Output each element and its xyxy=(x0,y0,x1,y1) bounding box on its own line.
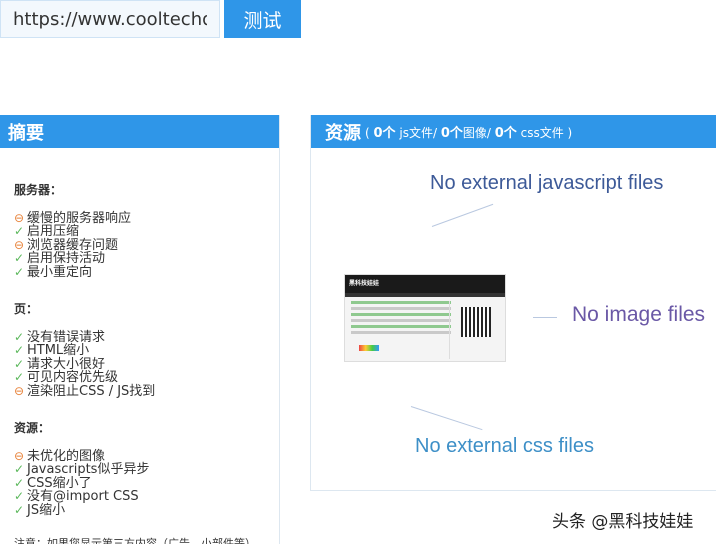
resources-title: 资源 xyxy=(325,122,361,144)
thumbnail-header: 黑科技娃娃 xyxy=(345,275,505,293)
check-icon: ✓ xyxy=(14,475,25,490)
img-label: 图像 xyxy=(462,126,487,140)
check-icon: ✓ xyxy=(14,329,25,344)
check-icon: ✓ xyxy=(14,264,25,279)
page-screenshot-thumbnail: 黑科技娃娃 xyxy=(344,274,506,362)
check-item-label: 最小重定向 xyxy=(27,264,93,280)
section-title: 资源： xyxy=(14,421,51,435)
check-item: ⊖ 渲染阻止CSS / JS找到 xyxy=(14,383,265,399)
check-item-label: 没有错误请求 xyxy=(27,329,106,345)
summary-body: 服务器： ⊖ 缓慢的服务器响应 ✓ 启用压缩 ⊖ 浏览器缓存问题 ✓ 启用保持活动 ✓ 最小重定向页… xyxy=(0,183,279,544)
check-item: ✓ 最小重定向 xyxy=(14,264,265,280)
resources-header: 资源 ( 0个 js文件/ 0个图像/ 0个 css文件 ) xyxy=(311,115,716,148)
check-item-label: 未优化的图像 xyxy=(27,448,106,464)
thumbnail-logo: 黑科技娃娃 xyxy=(349,280,380,287)
resources-counts: ( 0个 js文件/ 0个图像/ 0个 css文件 ) xyxy=(365,126,573,141)
check-item-label: JS缩小 xyxy=(27,502,66,518)
check-item: ✓ 没有错误请求 xyxy=(14,329,265,345)
summary-note: 注意：如果您显示第三方内容（广告，小部件等），这些值可能会经常更改。 xyxy=(14,537,262,544)
resources-panel: 资源 ( 0个 js文件/ 0个图像/ 0个 css文件 ) No extern… xyxy=(310,115,716,491)
summary-panel: 摘要 服务器： ⊖ 缓慢的服务器响应 ✓ 启用压缩 ⊖ 浏览器缓存问题 ✓ 启用保持活动 ✓ 最小重… xyxy=(0,115,280,544)
check-item: ✓ 可见内容优先级 xyxy=(14,370,265,385)
check-item: ✓ Javascripts似乎异步 xyxy=(14,462,265,477)
check-item: ✓ CSS缩小了 xyxy=(14,475,265,491)
watermark: 头条 @黑科技娃娃 xyxy=(552,512,694,532)
no-css-message: No external css files xyxy=(415,435,594,457)
section-title: 页： xyxy=(14,302,39,316)
check-item-label: 缓慢的服务器响应 xyxy=(27,210,132,226)
no-images-message: No image files xyxy=(572,303,706,326)
js-count: 0个 xyxy=(373,126,396,141)
check-icon: ✓ xyxy=(14,356,25,371)
check-item: ✓ JS缩小 xyxy=(14,502,265,518)
image-connector-line xyxy=(533,317,557,318)
check-item: ⊖ 浏览器缓存问题 xyxy=(14,237,265,253)
check-icon: ✓ xyxy=(14,343,25,357)
summary-header: 摘要 xyxy=(0,115,279,148)
js-label: js文件 xyxy=(399,126,433,140)
warning-icon: ⊖ xyxy=(14,237,25,252)
check-item: ✓ 启用保持活动 xyxy=(14,251,265,266)
thumbnail-content xyxy=(351,301,451,337)
warning-icon: ⊖ xyxy=(14,448,25,463)
check-item: ✓ 没有@import CSS xyxy=(14,489,265,504)
check-item-label: 没有@import CSS xyxy=(27,489,139,504)
check-item: ⊖ 缓慢的服务器响应 xyxy=(14,210,265,226)
no-js-message: No external javascript files xyxy=(430,172,664,194)
check-icon: ✓ xyxy=(14,251,25,265)
warning-icon: ⊖ xyxy=(14,383,25,398)
check-icon: ✓ xyxy=(14,502,25,517)
check-item: ✓ HTML缩小 xyxy=(14,343,265,358)
check-item-label: 浏览器缓存问题 xyxy=(27,237,119,253)
thumbnail-nav xyxy=(345,293,505,297)
check-icon: ✓ xyxy=(14,489,25,503)
css-count: 0个 xyxy=(494,126,517,141)
check-item-label: HTML缩小 xyxy=(27,343,90,358)
check-icon: ✓ xyxy=(14,370,25,384)
url-input[interactable] xyxy=(0,0,220,38)
qr-code-icon xyxy=(461,307,491,337)
summary-title: 摘要 xyxy=(8,122,44,144)
check-item: ✓ 启用压缩 xyxy=(14,224,265,239)
check-item: ✓ 请求大小很好 xyxy=(14,356,265,372)
check-icon: ✓ xyxy=(14,224,25,238)
check-icon: ✓ xyxy=(14,462,25,476)
thumbnail-colorbox xyxy=(359,345,379,351)
check-item-label: CSS缩小了 xyxy=(27,475,92,491)
js-connector-line xyxy=(431,203,494,227)
check-item-label: 渲染阻止CSS / JS找到 xyxy=(27,383,156,399)
check-item-label: 请求大小很好 xyxy=(27,356,106,372)
check-item-label: 可见内容优先级 xyxy=(27,370,119,385)
img-count: 0个 xyxy=(440,126,463,141)
test-button[interactable]: 测试 xyxy=(224,0,301,38)
css-label: css文件 xyxy=(520,126,564,140)
check-item-label: 启用压缩 xyxy=(27,224,80,239)
check-item-label: 启用保持活动 xyxy=(27,251,106,266)
warning-icon: ⊖ xyxy=(14,210,25,225)
section-title: 服务器： xyxy=(14,183,63,197)
css-connector-line xyxy=(410,406,483,431)
check-item-label: Javascripts似乎异步 xyxy=(27,462,150,477)
check-item: ⊖ 未优化的图像 xyxy=(14,448,265,464)
